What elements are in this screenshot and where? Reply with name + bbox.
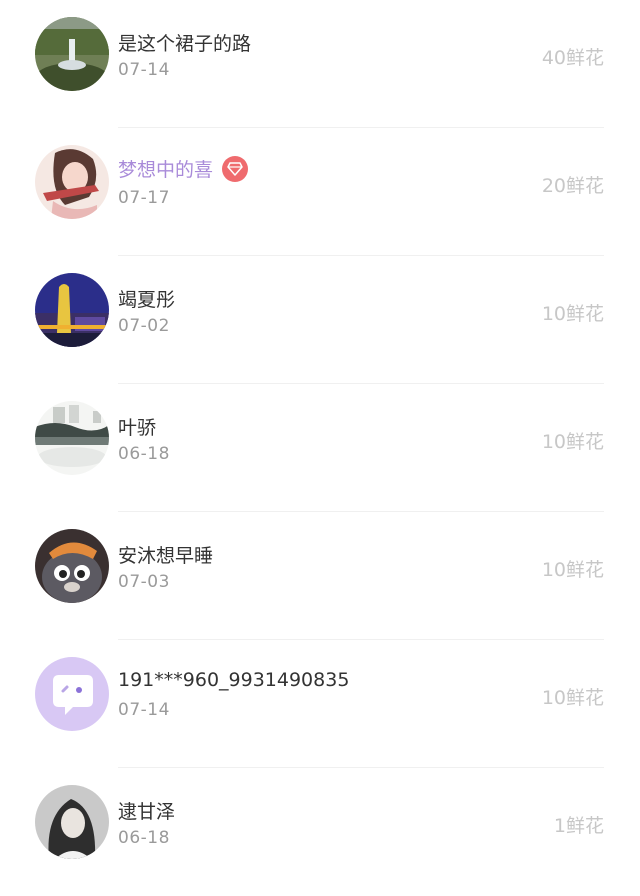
flower-count: 10鲜花 [541,559,604,581]
user-name: 安沐想早睡 [118,545,214,567]
gift-date: 06-18 [118,444,170,464]
gift-date: 07-14 [118,700,170,720]
flower-count: 1鲜花 [553,815,604,837]
flower-count: 40鲜花 [541,47,604,69]
fountain-photo-avatar[interactable] [35,17,109,91]
user-name: 191***960_9931490835 [118,669,350,691]
list-item[interactable]: 安沐想早睡 07-03 10鲜花 [0,512,640,640]
user-name: 逮甘泽 [118,801,176,823]
vip-diamond-icon [222,155,249,182]
chat-bubble-avatar[interactable] [35,657,109,731]
gift-date: 07-03 [118,572,170,592]
anime-girl-avatar[interactable] [35,145,109,219]
gift-date: 07-17 [118,188,170,208]
portrait-photo-avatar[interactable] [35,785,109,859]
list-item[interactable]: 梦想中的喜 07-17 20鲜花 [0,128,640,256]
flower-count: 10鲜花 [541,431,604,453]
list-item[interactable]: 叶骄 06-18 10鲜花 [0,384,640,512]
list-item[interactable]: 逮甘泽 06-18 1鲜花 [0,768,640,896]
user-name: 是这个裙子的路 [118,33,252,55]
flower-count: 20鲜花 [541,175,604,197]
user-name: 叶骄 [118,417,157,439]
night-tower-avatar[interactable] [35,273,109,347]
gift-date: 07-14 [118,60,170,80]
user-name: 竭夏彤 [118,289,176,311]
gift-date: 07-02 [118,316,170,336]
flower-count: 10鲜花 [541,303,604,325]
list-item[interactable]: 是这个裙子的路 07-14 40鲜花 [0,0,640,128]
list-item[interactable]: 竭夏彤 07-02 10鲜花 [0,256,640,384]
user-name: 梦想中的喜 [118,155,249,182]
list-item[interactable]: 191***960_9931490835 07-14 10鲜花 [0,640,640,768]
flower-count: 10鲜花 [541,687,604,709]
gift-date: 06-18 [118,828,170,848]
cartoon-wolf-avatar[interactable] [35,529,109,603]
ink-landscape-avatar[interactable] [35,401,109,475]
gift-ranking-list: 是这个裙子的路 07-14 40鲜花 梦想中的喜 07-17 20鲜花 竭夏彤 … [0,0,640,885]
